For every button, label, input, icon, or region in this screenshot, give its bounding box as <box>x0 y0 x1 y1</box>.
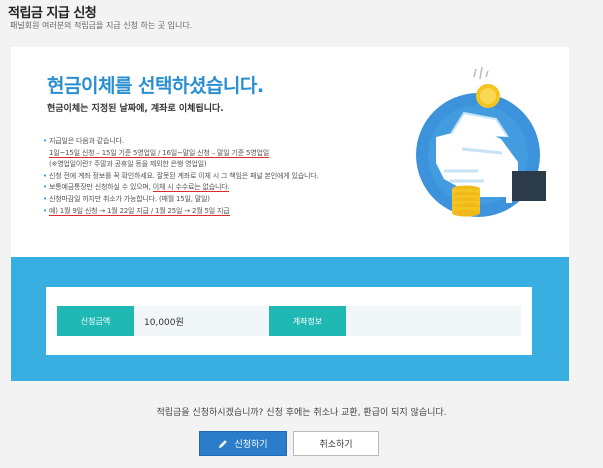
notes-list: •지급일은 다음과 같습니다. •1일~15일 신청 – 15일 기준 5영업일… <box>43 136 373 217</box>
note-item: • 신청 전에 계좌 정보를 꼭 확인하세요. 잘못된 계좌로 이체 시 그 책임… <box>43 171 319 180</box>
cancel-button[interactable]: 취소하기 <box>293 431 379 456</box>
headline: 현금이체를 선택하셨습니다. <box>47 75 264 97</box>
page-subtitle: 패널회원 여러분의 적립금을 지급 신청 하는 곳 입니다. <box>10 21 193 30</box>
confirm-message: 적립금을 신청하시겠습니까? 신청 후에는 취소나 교환, 환급이 되지 않습니… <box>156 408 447 418</box>
note-item: • 지급일은 다음과 같습니다. <box>43 137 124 145</box>
subheadline: 현금이체는 지정된 날짜에, 계좌로 이체됩니다. <box>47 104 224 114</box>
application-panel: 신청금액 10,000원 계좌정보 <box>11 257 569 381</box>
note-item: •1일~15일 신청 – 15일 기준 5영업일 / 16일~말일 신청 – 말… <box>49 148 269 158</box>
pencil-icon <box>219 439 228 448</box>
info-card: 현금이체를 선택하셨습니다. 현금이체는 지정된 날짜에, 계좌로 이체됩니다.… <box>11 47 569 257</box>
amount-value: 10,000원 <box>144 317 184 328</box>
page-title: 적립금 지급 신청 <box>8 6 97 21</box>
application-info-row: 신청금액 10,000원 계좌정보 <box>57 306 521 336</box>
application-info-box: 신청금액 10,000원 계좌정보 <box>46 287 532 355</box>
account-label: 계좌정보 <box>269 306 346 336</box>
account-value <box>356 306 516 336</box>
note-item: • 신청마감일 까지만 취소가 가능합니다. (매월 15일, 말일) <box>43 194 210 203</box>
apply-button[interactable]: 신청하기 <box>199 431 287 456</box>
cancel-button-label: 취소하기 <box>319 440 353 450</box>
hand-coin-illustration <box>416 67 546 217</box>
note-item: • 보통예금통장만 신청하실 수 있으며, 이체 시 수수료는 없습니다. <box>43 183 230 193</box>
apply-button-label: 신청하기 <box>234 440 268 450</box>
note-item: •(※영업일이란? 주말과 공휴일 등을 제외한 은행 영업일) <box>49 160 207 169</box>
note-item: • 예) 1월 9일 신청 → 1월 22일 지급 / 1월 25일 → 2월 5… <box>43 206 230 216</box>
amount-label: 신청금액 <box>57 306 134 336</box>
